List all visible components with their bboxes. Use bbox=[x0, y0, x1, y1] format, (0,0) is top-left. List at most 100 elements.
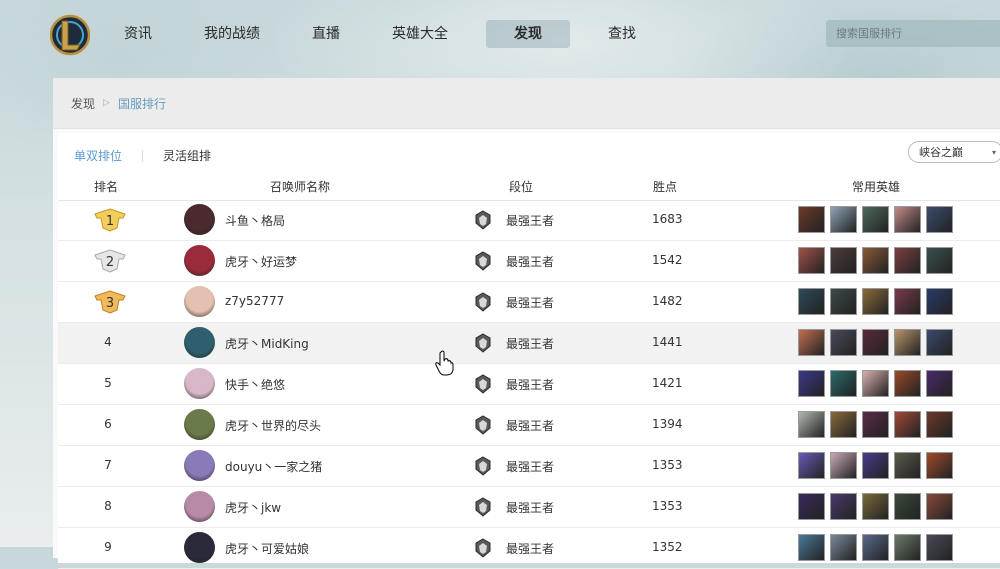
table-row[interactable]: 8 虎牙丶jkw 最强王者 1353 bbox=[58, 487, 1000, 528]
champion-icon[interactable] bbox=[862, 206, 889, 233]
champion-icon[interactable] bbox=[798, 370, 825, 397]
champion-icon[interactable] bbox=[926, 534, 953, 561]
avatar[interactable] bbox=[184, 204, 215, 235]
champion-icon[interactable] bbox=[830, 370, 857, 397]
lol-logo-icon[interactable] bbox=[50, 14, 90, 56]
summoner-name[interactable]: 快手丶绝悠 bbox=[225, 376, 285, 393]
champion-icon[interactable] bbox=[830, 493, 857, 520]
summoner-name[interactable]: 虎牙丶MidKing bbox=[225, 335, 309, 352]
champion-icon[interactable] bbox=[862, 534, 889, 561]
table-row[interactable]: 6 虎牙丶世界的尽头 最强王者 1394 bbox=[58, 405, 1000, 446]
champion-icon[interactable] bbox=[926, 370, 953, 397]
nav-item-live[interactable]: 直播 bbox=[298, 20, 354, 48]
champion-icon[interactable] bbox=[798, 493, 825, 520]
champion-icon[interactable] bbox=[862, 288, 889, 315]
nav-item-search[interactable]: 查找 bbox=[594, 20, 650, 48]
rank-number: 9 bbox=[104, 540, 112, 554]
table-row[interactable]: 2 虎牙丶好运梦 最强王者 1542 bbox=[58, 241, 1000, 282]
tab-solo-duo[interactable]: 单双排位 bbox=[74, 147, 122, 164]
champion-icon[interactable] bbox=[926, 411, 953, 438]
avatar[interactable] bbox=[184, 532, 215, 563]
summoner-name[interactable]: douyu丶一家之猪 bbox=[225, 458, 322, 475]
champion-icon[interactable] bbox=[830, 288, 857, 315]
ranking-table-body: 1 斗鱼丶格局 最强王者 1683 2 虎牙丶好运梦 最强王者 1542 3 z7y527… bbox=[58, 200, 1000, 569]
champion-icon[interactable] bbox=[830, 329, 857, 356]
table-row[interactable]: 7 douyu丶一家之猪 最强王者 1353 bbox=[58, 446, 1000, 487]
common-heroes bbox=[798, 411, 958, 438]
champion-icon[interactable] bbox=[894, 288, 921, 315]
champion-icon[interactable] bbox=[830, 411, 857, 438]
champion-icon[interactable] bbox=[894, 411, 921, 438]
tab-divider bbox=[142, 149, 144, 162]
nav-item-my-record[interactable]: 我的战绩 bbox=[190, 20, 274, 48]
champion-icon[interactable] bbox=[926, 247, 953, 274]
champion-icon[interactable] bbox=[798, 534, 825, 561]
challenger-tier-icon bbox=[475, 538, 491, 558]
avatar[interactable] bbox=[184, 491, 215, 522]
champion-icon[interactable] bbox=[862, 370, 889, 397]
challenger-tier-icon bbox=[475, 456, 491, 476]
challenger-tier-icon bbox=[475, 497, 491, 517]
champion-icon[interactable] bbox=[926, 206, 953, 233]
nav-item-discover[interactable]: 发现 bbox=[486, 20, 570, 48]
gold-medal-icon: 1 bbox=[94, 208, 126, 232]
avatar[interactable] bbox=[184, 368, 215, 399]
champion-icon[interactable] bbox=[926, 452, 953, 479]
avatar[interactable] bbox=[184, 245, 215, 276]
champion-icon[interactable] bbox=[894, 206, 921, 233]
champion-icon[interactable] bbox=[862, 493, 889, 520]
table-row[interactable]: 3 z7y52777 最强王者 1482 bbox=[58, 282, 1000, 323]
champion-icon[interactable] bbox=[798, 288, 825, 315]
champion-icon[interactable] bbox=[926, 493, 953, 520]
table-row[interactable]: 5 快手丶绝悠 最强王者 1421 bbox=[58, 364, 1000, 405]
table-row[interactable]: 9 虎牙丶可爱姑娘 最强王者 1352 bbox=[58, 528, 1000, 569]
champion-icon[interactable] bbox=[862, 452, 889, 479]
champion-icon[interactable] bbox=[798, 452, 825, 479]
champion-icon[interactable] bbox=[798, 247, 825, 274]
avatar[interactable] bbox=[184, 327, 215, 358]
tab-flex[interactable]: 灵活组排 bbox=[163, 147, 211, 164]
champion-icon[interactable] bbox=[894, 329, 921, 356]
champion-icon[interactable] bbox=[894, 493, 921, 520]
summoner-name[interactable]: 斗鱼丶格局 bbox=[225, 212, 285, 229]
summoner-name[interactable]: 虎牙丶jkw bbox=[225, 499, 281, 516]
summoner-name[interactable]: 虎牙丶世界的尽头 bbox=[225, 417, 321, 434]
tier-label: 最强王者 bbox=[506, 214, 555, 228]
champion-icon[interactable] bbox=[862, 411, 889, 438]
league-points: 1441 bbox=[652, 335, 683, 349]
champion-icon[interactable] bbox=[830, 452, 857, 479]
challenger-tier-icon bbox=[475, 415, 491, 435]
champion-icon[interactable] bbox=[830, 206, 857, 233]
summoner-name[interactable]: 虎牙丶可爱姑娘 bbox=[225, 540, 309, 557]
champion-icon[interactable] bbox=[798, 411, 825, 438]
breadcrumb-root[interactable]: 发现 bbox=[71, 95, 95, 112]
queue-tabs: 单双排位 灵活组排 bbox=[74, 147, 211, 164]
summoner-name[interactable]: 虎牙丶好运梦 bbox=[225, 253, 297, 270]
champion-icon[interactable] bbox=[926, 329, 953, 356]
nav-item-news[interactable]: 资讯 bbox=[110, 20, 166, 48]
nav-item-heroes[interactable]: 英雄大全 bbox=[378, 20, 462, 48]
champion-icon[interactable] bbox=[830, 247, 857, 274]
avatar[interactable] bbox=[184, 450, 215, 481]
avatar[interactable] bbox=[184, 409, 215, 440]
champion-icon[interactable] bbox=[798, 206, 825, 233]
search-input[interactable] bbox=[834, 20, 998, 47]
champion-icon[interactable] bbox=[894, 452, 921, 479]
silver-medal-icon: 2 bbox=[94, 249, 126, 273]
champion-icon[interactable] bbox=[862, 247, 889, 274]
region-select[interactable]: 峡谷之巅 ▾ bbox=[908, 141, 1000, 163]
champion-icon[interactable] bbox=[894, 370, 921, 397]
ranking-panel: 单双排位 灵活组排 峡谷之巅 ▾ 排名 召唤师名称 段位 胜点 常用英雄 1 斗鱼… bbox=[58, 133, 1000, 569]
table-row[interactable]: 1 斗鱼丶格局 最强王者 1683 bbox=[58, 200, 1000, 241]
champion-icon[interactable] bbox=[894, 534, 921, 561]
champion-icon[interactable] bbox=[894, 247, 921, 274]
champion-icon[interactable] bbox=[830, 534, 857, 561]
league-points: 1394 bbox=[652, 417, 683, 431]
avatar[interactable] bbox=[184, 286, 215, 317]
challenger-tier-icon bbox=[475, 292, 491, 312]
summoner-name[interactable]: z7y52777 bbox=[225, 294, 284, 308]
table-row[interactable]: 4 虎牙丶MidKing 最强王者 1441 bbox=[58, 323, 1000, 364]
champion-icon[interactable] bbox=[798, 329, 825, 356]
champion-icon[interactable] bbox=[862, 329, 889, 356]
champion-icon[interactable] bbox=[926, 288, 953, 315]
